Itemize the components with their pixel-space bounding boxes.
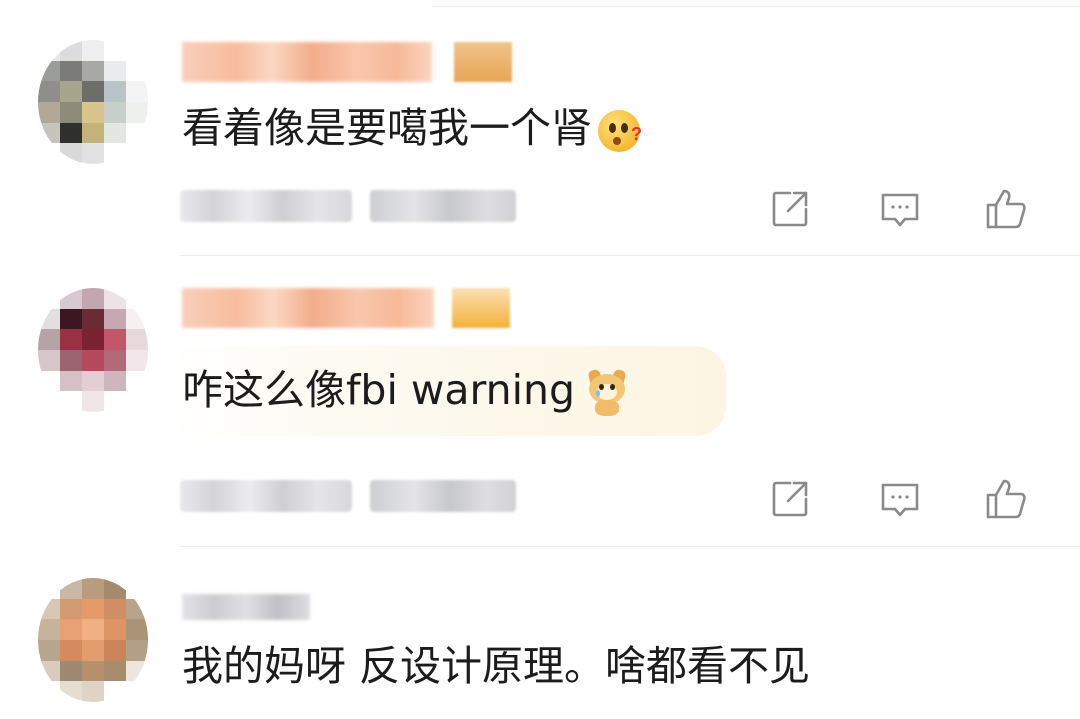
comment-icon <box>881 483 919 517</box>
share-icon <box>772 191 808 227</box>
user-badge <box>452 288 510 328</box>
like-button[interactable] <box>976 474 1036 524</box>
comment-text: 咋这么像fbi warning <box>182 360 629 420</box>
share-button[interactable] <box>760 184 820 234</box>
comment-text-content: 看着像是要噶我一个肾 <box>182 104 592 152</box>
user-badge <box>454 42 512 82</box>
username-blur <box>182 288 434 328</box>
comment-meta <box>180 186 520 226</box>
username-blur <box>182 594 310 620</box>
like-button[interactable] <box>976 184 1036 234</box>
thumbs-up-icon <box>986 479 1026 519</box>
comment-icon <box>881 193 919 227</box>
comment-actions <box>760 474 1050 524</box>
thinking-face-emoji: ? <box>598 110 642 152</box>
username[interactable] <box>182 580 522 620</box>
timestamp-blur <box>180 480 352 512</box>
username[interactable] <box>182 42 522 82</box>
comment-text: 看着像是要噶我一个肾? <box>182 98 642 158</box>
reply-button[interactable] <box>870 474 930 524</box>
share-icon <box>772 481 808 517</box>
reply-button[interactable] <box>870 184 930 234</box>
divider <box>180 546 1080 547</box>
avatar[interactable] <box>38 40 148 164</box>
comment-text-content: 咋这么像fbi warning <box>182 366 576 414</box>
location-blur <box>370 480 516 512</box>
comment-actions <box>760 184 1050 234</box>
comment-text-content: 我的妈呀 反设计原理。啥都看不见 <box>182 642 811 690</box>
comment-text: 我的妈呀 反设计原理。啥都看不见 <box>182 636 810 696</box>
share-button[interactable] <box>760 474 820 524</box>
divider <box>180 255 1080 256</box>
location-blur <box>370 190 516 222</box>
avatar[interactable] <box>38 578 148 702</box>
username[interactable] <box>182 288 522 328</box>
comment-meta <box>180 476 520 516</box>
divider <box>432 6 1080 7</box>
username-blur <box>182 42 432 82</box>
comment-list: 看着像是要噶我一个肾? 咋这么像fbi warning 我的妈呀 反设计原理。啥… <box>0 0 1080 719</box>
avatar[interactable] <box>38 288 148 412</box>
timestamp-blur <box>180 190 352 222</box>
crying-dog-emoji <box>585 368 629 416</box>
thumbs-up-icon <box>986 189 1026 229</box>
